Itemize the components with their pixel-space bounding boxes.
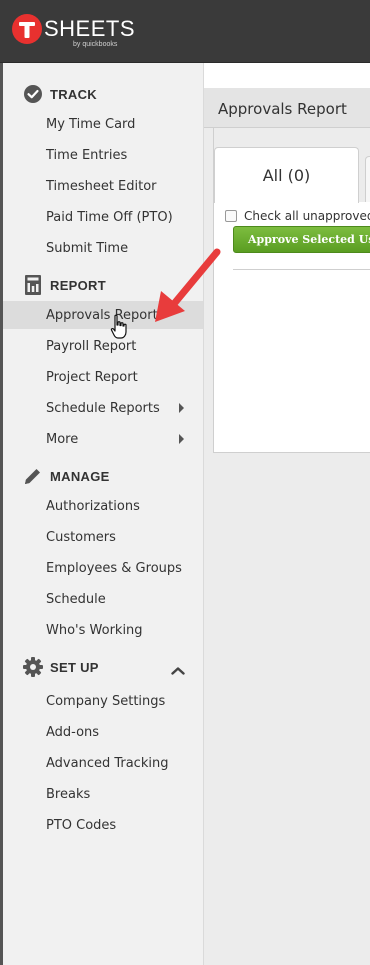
sidebar-item-label: Submit Time [46, 240, 129, 256]
sidebar-item-schedule-reports[interactable]: Schedule Reports [3, 394, 203, 422]
check-all-row: Check all unapproved [225, 209, 370, 223]
sidebar-item-time-entries[interactable]: Time Entries [3, 141, 203, 169]
sidebar-item-label: PTO Codes [46, 817, 117, 833]
section-track: TRACK [22, 84, 97, 104]
sidebar-item-schedule[interactable]: Schedule [3, 585, 203, 613]
sidebar-item-payroll-report[interactable]: Payroll Report [3, 332, 203, 360]
sidebar-item-label: Paid Time Off (PTO) [46, 209, 173, 225]
sidebar-item-label: More [46, 431, 79, 447]
tab-next[interactable] [365, 156, 370, 202]
section-title: MANAGE [50, 468, 110, 484]
chevron-right-icon [179, 434, 184, 444]
sidebar-item-label: Schedule [46, 591, 106, 607]
sidebar-item-authorizations[interactable]: Authorizations [3, 492, 203, 520]
sidebar-item-project-report[interactable]: Project Report [3, 363, 203, 391]
sidebar-item-more[interactable]: More [3, 425, 203, 453]
logo-wordmark: SHEETS [44, 16, 136, 41]
sidebar-item-pto-codes[interactable]: PTO Codes [3, 811, 203, 839]
sidebar-item-label: Project Report [46, 369, 138, 385]
sidebar-item-label: Timesheet Editor [46, 178, 157, 194]
sidebar-item-advanced-tracking[interactable]: Advanced Tracking [3, 749, 203, 777]
t-letter-icon [19, 22, 35, 38]
sidebar-item-add-ons[interactable]: Add-ons [3, 718, 203, 746]
section-title: TRACK [50, 86, 97, 102]
sidebar-item-label: Time Entries [46, 147, 128, 163]
sidebar-nav: TRACK My Time Card Time Entries Timeshee… [0, 63, 204, 965]
sidebar-item-whos-working[interactable]: Who's Working [3, 616, 203, 644]
chevron-up-icon[interactable] [171, 666, 185, 676]
sidebar-item-label: My Time Card [46, 116, 136, 132]
section-report: REPORT [22, 275, 106, 295]
sidebar-item-timesheet-editor[interactable]: Timesheet Editor [3, 172, 203, 200]
sidebar-item-customers[interactable]: Customers [3, 523, 203, 551]
app-header: SHEETS by quickbooks [0, 0, 370, 63]
sidebar-item-company-settings[interactable]: Company Settings [3, 687, 203, 715]
hand-pointer-cursor-icon [110, 314, 127, 339]
section-manage: MANAGE [22, 466, 110, 486]
tab-bar: All (0) [214, 128, 370, 203]
divider [233, 269, 370, 270]
sidebar-item-employees-groups[interactable]: Employees & Groups [3, 554, 203, 582]
sidebar-item-label: Advanced Tracking [46, 755, 169, 771]
page-title: Approvals Report [218, 100, 347, 118]
chevron-right-icon [179, 403, 184, 413]
sidebar-item-label: Customers [46, 529, 116, 545]
section-title: SET UP [50, 659, 99, 675]
section-setup[interactable]: SET UP [22, 657, 99, 677]
sidebar-item-label: Payroll Report [46, 338, 137, 354]
tab-all[interactable]: All (0) [214, 147, 359, 203]
report-panel: All (0) [213, 128, 370, 453]
sidebar-item-label: Schedule Reports [46, 400, 160, 416]
sidebar-item-label: Employees & Groups [46, 560, 182, 576]
sidebar-item-paid-time-off[interactable]: Paid Time Off (PTO) [3, 203, 203, 231]
main-top-strip [204, 63, 370, 88]
tsheets-logo-icon[interactable] [12, 14, 42, 44]
sidebar-item-breaks[interactable]: Breaks [3, 780, 203, 808]
report-calculator-icon [22, 274, 44, 296]
checkmark-circle-icon [22, 83, 44, 105]
logo-subtitle: by quickbooks [73, 41, 118, 48]
sidebar-item-label: Add-ons [46, 724, 100, 740]
panel-header: Approvals Report [204, 88, 370, 128]
sidebar-item-label: Authorizations [46, 498, 140, 514]
pencil-icon [22, 465, 44, 487]
sidebar-item-my-time-card[interactable]: My Time Card [3, 110, 203, 138]
tab-label: All (0) [262, 166, 311, 185]
sidebar-item-submit-time[interactable]: Submit Time [3, 234, 203, 262]
approve-selected-button[interactable]: Approve Selected Users [233, 226, 370, 253]
sidebar-item-approvals-report[interactable]: Approvals Report [3, 301, 203, 329]
sidebar-item-label: Breaks [46, 786, 91, 802]
check-all-checkbox[interactable] [225, 210, 237, 222]
sidebar-item-label: Approvals Report [46, 307, 158, 323]
section-title: REPORT [50, 277, 106, 293]
check-all-label: Check all unapproved [244, 209, 370, 223]
sidebar-item-label: Company Settings [46, 693, 166, 709]
main-content: Approvals Report All (0) Check all unapp… [204, 63, 370, 965]
sidebar-item-label: Who's Working [46, 622, 143, 638]
gear-icon [22, 656, 44, 678]
